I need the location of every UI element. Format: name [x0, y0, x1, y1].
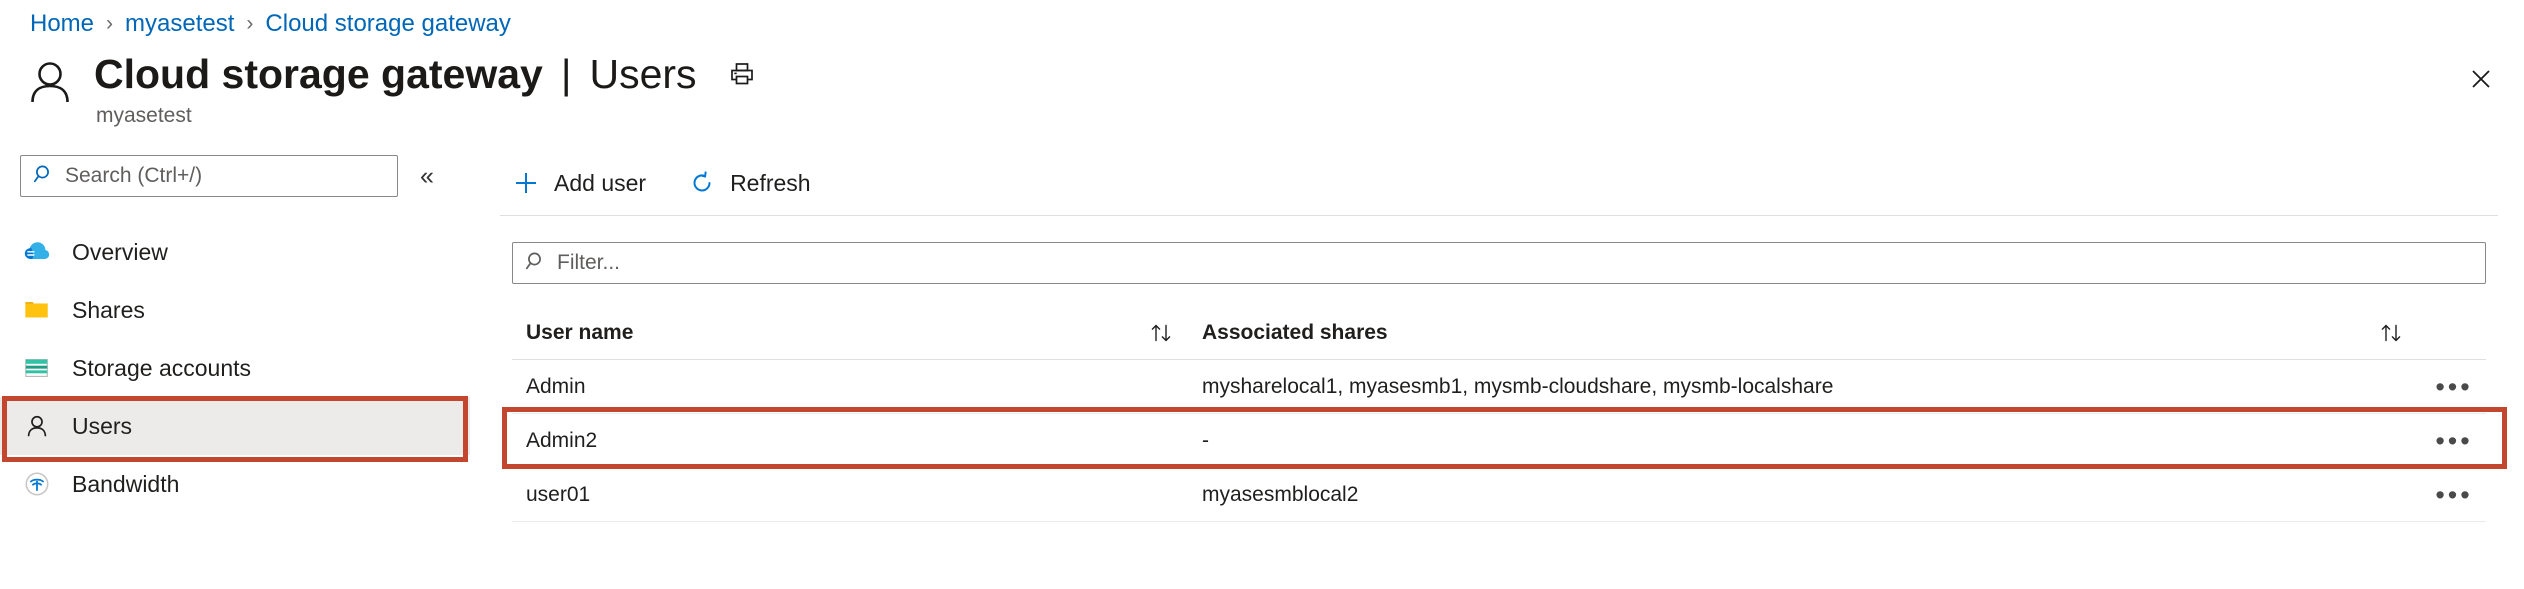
- page-subtitle: Users: [589, 51, 697, 97]
- sidebar: Search (Ctrl+/) « Overview Shares Storag…: [0, 155, 470, 513]
- refresh-icon: [688, 169, 716, 197]
- sidebar-item-label: Shares: [72, 296, 145, 323]
- title-line: Cloud storage gateway | Users: [94, 50, 761, 98]
- cell-user-name: Admin2: [526, 428, 598, 452]
- refresh-button[interactable]: Refresh: [688, 169, 811, 197]
- search-placeholder: Search (Ctrl+/): [65, 164, 203, 187]
- cell-user-name: Admin: [526, 374, 586, 398]
- breadcrumb-separator: ›: [246, 12, 254, 35]
- ellipsis-icon[interactable]: •••: [2422, 481, 2486, 508]
- sidebar-nav-list: Overview Shares Storage accounts Users B…: [0, 223, 470, 513]
- sidebar-item-users[interactable]: Users: [0, 397, 470, 455]
- breadcrumb-separator: ›: [106, 12, 114, 35]
- sidebar-search-row: Search (Ctrl+/) «: [0, 155, 470, 197]
- storage-account-icon: [22, 353, 52, 383]
- cell-user-name: user01: [526, 482, 591, 506]
- add-user-label: Add user: [554, 169, 647, 196]
- cell-associated-shares: -: [1202, 428, 1209, 452]
- sidebar-item-bandwidth[interactable]: Bandwidth: [0, 455, 470, 513]
- sidebar-item-label: Storage accounts: [72, 354, 252, 381]
- sidebar-item-label: Overview: [72, 238, 168, 265]
- breadcrumb-item-cloud-storage-gateway[interactable]: Cloud storage gateway: [265, 10, 510, 38]
- sidebar-item-label: Bandwidth: [72, 470, 180, 497]
- sidebar-item-storage-accounts[interactable]: Storage accounts: [0, 339, 470, 397]
- table-header-row: User name Associated shares: [512, 306, 2486, 360]
- search-icon: [33, 163, 55, 190]
- azure-portal-users-blade: Home › myasetest › Cloud storage gateway…: [0, 0, 2524, 589]
- resource-name-caption: myasetest: [96, 104, 192, 127]
- filter-input[interactable]: Filter...: [512, 242, 2486, 284]
- sidebar-item-label: Users: [72, 412, 133, 439]
- user-icon: [22, 411, 52, 441]
- sort-arrows-icon-user-name[interactable]: [1132, 322, 1192, 344]
- column-header-user-name[interactable]: User name: [512, 321, 1132, 345]
- column-header-associated-shares[interactable]: Associated shares: [1192, 321, 2362, 345]
- refresh-label: Refresh: [730, 169, 811, 196]
- bandwidth-icon: [22, 469, 52, 499]
- sort-arrows-icon-associated-shares[interactable]: [2362, 322, 2422, 344]
- table-row[interactable]: Admin mysharelocal1, myasesmb1, mysmb-cl…: [512, 360, 2486, 414]
- add-user-button[interactable]: Add user: [512, 169, 646, 197]
- table-row[interactable]: Admin2 - •••: [512, 414, 2486, 468]
- ellipsis-icon[interactable]: •••: [2422, 427, 2486, 454]
- printer-icon[interactable]: [723, 55, 761, 93]
- breadcrumb-item-myasetest[interactable]: myasetest: [125, 10, 234, 38]
- title-texts: Cloud storage gateway | Users myasetest: [94, 50, 761, 128]
- page-header: Cloud storage gateway | Users myasetest: [22, 50, 761, 128]
- collapse-sidebar-icon[interactable]: «: [420, 163, 434, 189]
- filter-row: Filter...: [500, 216, 2498, 284]
- table-row[interactable]: user01 myasesmblocal2 •••: [512, 468, 2486, 522]
- ellipsis-icon[interactable]: •••: [2422, 373, 2486, 400]
- page-title: Cloud storage gateway: [94, 51, 543, 97]
- search-icon: [525, 250, 547, 277]
- plus-icon: [512, 169, 540, 197]
- filter-placeholder: Filter...: [557, 251, 621, 274]
- title-separator: |: [560, 51, 572, 97]
- cloud-icon: [22, 237, 52, 267]
- sidebar-item-shares[interactable]: Shares: [0, 281, 470, 339]
- sidebar-item-overview[interactable]: Overview: [0, 223, 470, 281]
- folder-icon: [22, 295, 52, 325]
- command-bar: Add user Refresh: [500, 155, 2498, 211]
- cell-associated-shares: mysharelocal1, myasesmb1, mysmb-cloudsha…: [1202, 374, 1834, 398]
- cell-associated-shares: myasesmblocal2: [1202, 482, 1359, 506]
- search-input[interactable]: Search (Ctrl+/): [20, 155, 398, 197]
- breadcrumb: Home › myasetest › Cloud storage gateway: [30, 10, 511, 38]
- breadcrumb-item-home[interactable]: Home: [30, 10, 94, 38]
- users-table: User name Associated shares Admin myshar…: [512, 306, 2486, 522]
- main-content: Add user Refresh Filter... User name Ass…: [500, 155, 2498, 522]
- user-outline-icon: [22, 54, 78, 110]
- close-icon[interactable]: [2464, 62, 2498, 96]
